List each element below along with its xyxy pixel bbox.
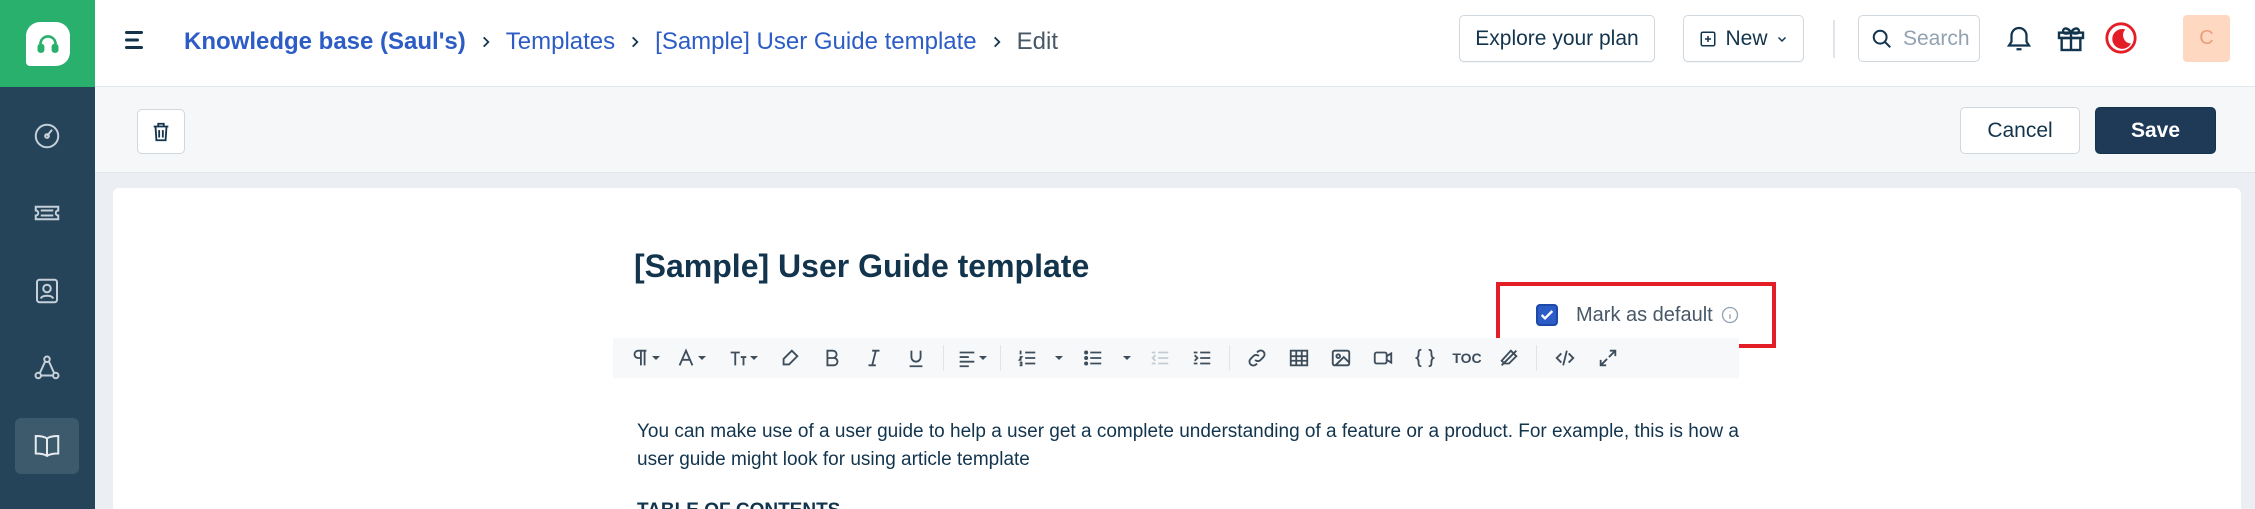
action-bar: Cancel Save: [95, 87, 2255, 173]
code-snippet-icon[interactable]: [1404, 340, 1446, 376]
toolbar-divider: [1000, 345, 1001, 371]
bullet-list-dropdown-icon[interactable]: [1115, 340, 1139, 376]
search-icon: [1872, 29, 1891, 48]
toc-heading: TABLE OF CONTENTS: [637, 500, 840, 509]
book-icon: [34, 434, 60, 458]
source-code-icon[interactable]: [1543, 340, 1587, 376]
trash-icon: [153, 122, 169, 141]
mark-default-checkbox[interactable]: [1536, 304, 1558, 326]
toolbar-divider: [943, 345, 944, 371]
breadcrumb-current: Edit: [1016, 28, 1058, 55]
ticket-icon: [34, 205, 60, 221]
new-button-label: New: [1725, 26, 1768, 50]
editor-toolbar: TOC: [613, 338, 1739, 378]
contact-icon: [36, 278, 58, 304]
new-button[interactable]: New: [1683, 15, 1804, 62]
breadcrumb-knowledge-base[interactable]: Knowledge base (Saul's): [184, 28, 466, 56]
gauge-icon: [34, 123, 60, 149]
align-icon[interactable]: [950, 340, 994, 376]
chevron-right-icon: [474, 30, 498, 54]
cancel-button[interactable]: Cancel: [1960, 107, 2080, 154]
nav-knowledge-base[interactable]: [15, 418, 79, 474]
headset-logo-icon: [25, 21, 70, 66]
article-title-input[interactable]: [Sample] User Guide template: [634, 248, 1089, 285]
toolbar-divider: [1229, 345, 1230, 371]
top-header: Knowledge base (Saul's) Templates [Sampl…: [95, 0, 2255, 87]
nav-groups[interactable]: [15, 340, 79, 396]
article-body-text[interactable]: You can make use of a user guide to help…: [637, 418, 1757, 474]
clear-format-icon[interactable]: [1488, 340, 1530, 376]
text-color-icon[interactable]: [769, 340, 811, 376]
underline-icon[interactable]: [895, 340, 937, 376]
image-icon[interactable]: [1320, 340, 1362, 376]
editor-card: [Sample] User Guide template Mark as def…: [113, 188, 2241, 509]
toc-button[interactable]: TOC: [1446, 340, 1488, 376]
link-icon[interactable]: [1236, 340, 1278, 376]
plus-square-icon: [1700, 31, 1716, 46]
font-family-icon[interactable]: [665, 340, 717, 376]
table-icon[interactable]: [1278, 340, 1320, 376]
chevron-right-icon: [985, 30, 1009, 54]
avatar[interactable]: C: [2183, 15, 2230, 62]
search-input[interactable]: Search: [1858, 15, 1980, 62]
outdent-icon: [1139, 340, 1181, 376]
sidebar: [0, 0, 95, 509]
notifications-bell-icon[interactable]: [2001, 19, 2037, 57]
nav-dashboard[interactable]: [15, 108, 79, 164]
chevron-right-icon: [623, 30, 647, 54]
network-icon: [34, 355, 60, 380]
bold-icon[interactable]: [811, 340, 853, 376]
paragraph-format-icon[interactable]: [625, 340, 665, 376]
breadcrumb-templates[interactable]: Templates: [506, 28, 615, 56]
mark-default-label: Mark as default: [1576, 303, 1713, 326]
info-icon[interactable]: [1721, 306, 1739, 324]
toolbar-divider: [1536, 345, 1537, 371]
chevron-down-icon: [1777, 36, 1786, 42]
breadcrumb: Knowledge base (Saul's) Templates [Sampl…: [184, 24, 1058, 60]
app-logo[interactable]: [0, 0, 95, 87]
fullscreen-icon[interactable]: [1587, 340, 1629, 376]
explore-plan-button[interactable]: Explore your plan: [1459, 15, 1655, 62]
gift-icon[interactable]: [2053, 19, 2089, 57]
moon-status-icon[interactable]: [2103, 19, 2139, 57]
header-divider: [1833, 20, 1835, 58]
ordered-list-dropdown-icon[interactable]: [1047, 340, 1071, 376]
delete-button[interactable]: [137, 109, 185, 154]
bullet-list-icon[interactable]: [1071, 340, 1115, 376]
indent-icon[interactable]: [1181, 340, 1223, 376]
ordered-list-icon[interactable]: [1007, 340, 1047, 376]
menu-toggle-icon[interactable]: [123, 28, 147, 52]
nav-tickets[interactable]: [15, 185, 79, 241]
italic-icon[interactable]: [853, 340, 895, 376]
video-icon[interactable]: [1362, 340, 1404, 376]
nav-contacts[interactable]: [15, 263, 79, 319]
breadcrumb-template[interactable]: [Sample] User Guide template: [655, 28, 976, 56]
save-button[interactable]: Save: [2095, 107, 2216, 154]
font-size-icon[interactable]: [717, 340, 769, 376]
check-icon: [1540, 310, 1554, 320]
search-placeholder: Search: [1903, 26, 1970, 50]
